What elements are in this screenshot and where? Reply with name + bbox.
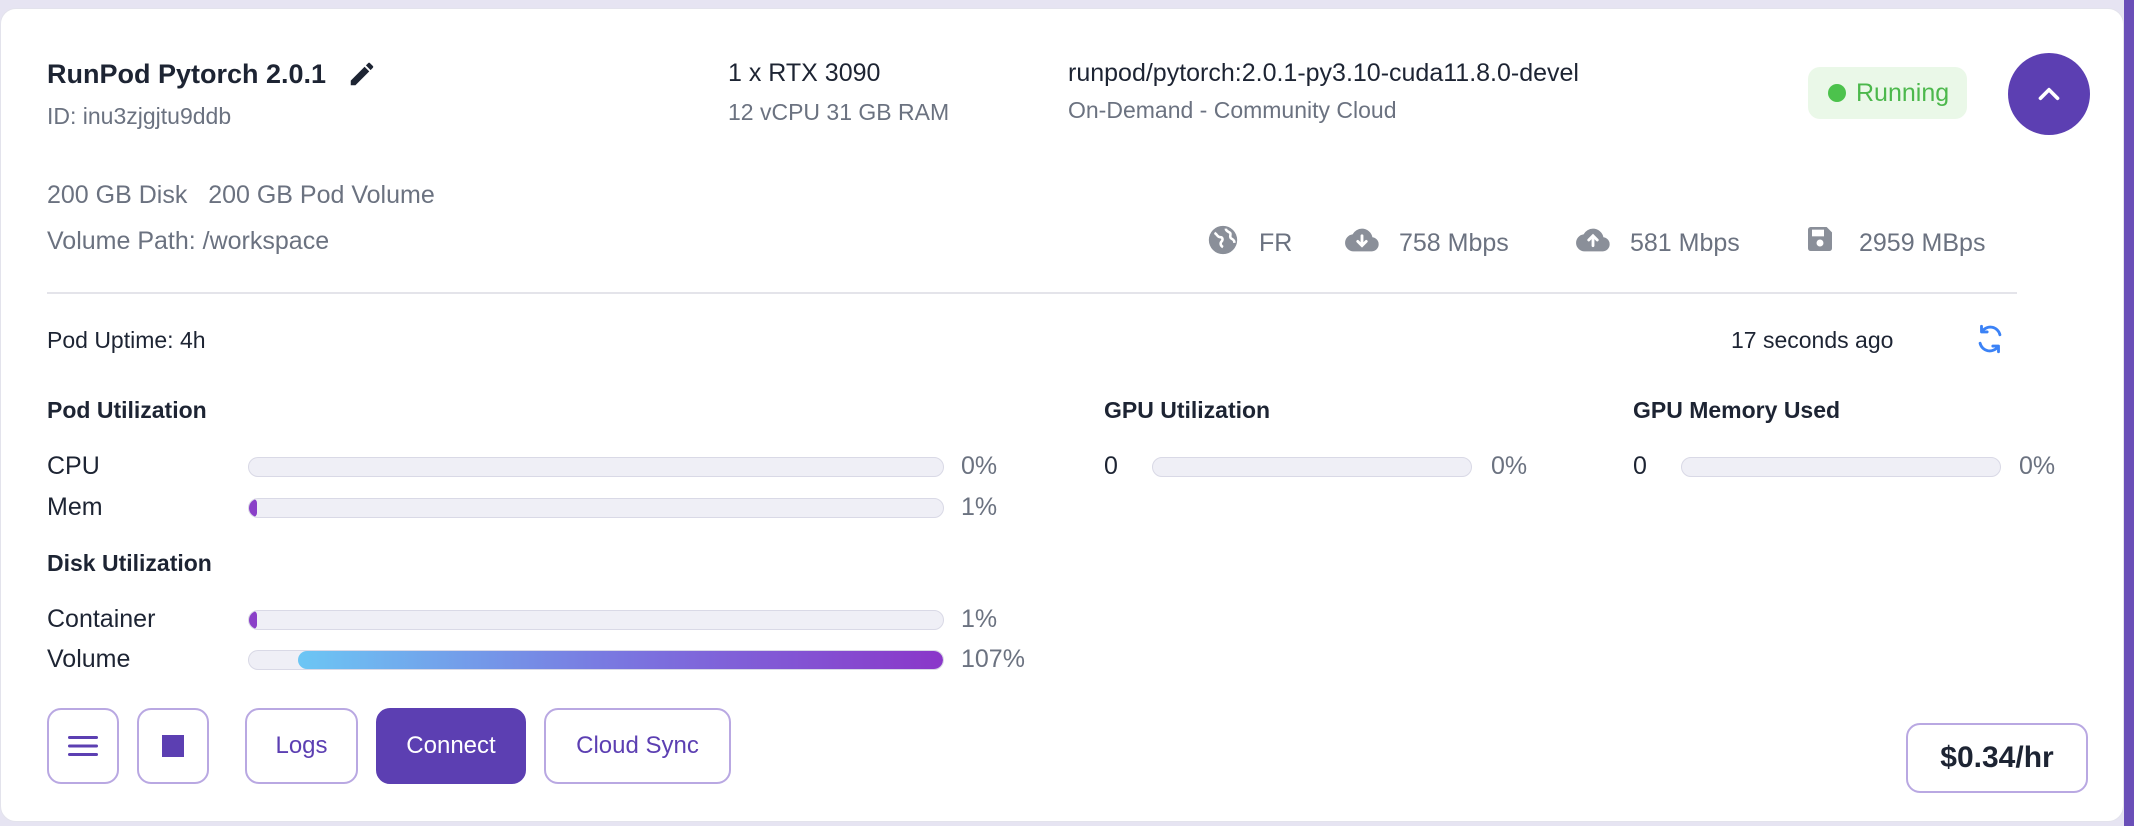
pod-id: ID: inu3zjgjtu9ddb xyxy=(47,103,232,129)
volume-path: Volume Path: /workspace xyxy=(47,227,330,255)
cloud-download-icon xyxy=(1344,223,1379,257)
status-label: Running xyxy=(1856,78,1950,107)
cloud-type: On-Demand - Community Cloud xyxy=(1068,97,1397,123)
logs-button[interactable]: Logs xyxy=(245,708,358,784)
price-per-hour: $0.34/hr xyxy=(1906,723,2088,793)
pod-card: RunPod Pytorch 2.0.1 ID: inu3zjgjtu9ddb … xyxy=(0,8,2124,822)
divider xyxy=(47,292,2017,294)
volume-label: Volume xyxy=(47,645,131,673)
gpu-memory-title: GPU Memory Used xyxy=(1633,397,1841,423)
gpu-utilization-title: GPU Utilization xyxy=(1104,397,1271,423)
menu-button[interactable] xyxy=(47,708,119,784)
status-dot-icon xyxy=(1828,84,1846,102)
gpu-percent: 0% xyxy=(1491,452,1528,480)
edit-name-icon[interactable] xyxy=(347,59,377,89)
gpu-mem-percent: 0% xyxy=(2019,452,2056,480)
volume-percent: 107% xyxy=(961,645,1025,673)
mem-label: Mem xyxy=(47,493,103,521)
upload-speed: 581 Mbps xyxy=(1630,229,1740,257)
cloud-upload-icon xyxy=(1575,223,1610,257)
refresh-icon[interactable] xyxy=(1973,322,2007,356)
container-progress-bar xyxy=(248,610,944,630)
stop-button[interactable] xyxy=(137,708,209,784)
status-badge: Running xyxy=(1808,67,1968,119)
mem-percent: 1% xyxy=(961,493,998,521)
globe-icon xyxy=(1206,223,1240,257)
floppy-disk-icon xyxy=(1804,223,1838,257)
hamburger-menu-icon xyxy=(68,736,98,756)
container-image: runpod/pytorch:2.0.1-py3.10-cuda11.8.0-d… xyxy=(1068,59,1579,87)
pod-utilization-title: Pod Utilization xyxy=(47,397,207,423)
disk-size: 200 GB Disk xyxy=(47,181,188,209)
last-updated: 17 seconds ago xyxy=(1731,327,1894,353)
gpu-mem-progress-bar xyxy=(1681,457,2001,477)
cpu-label: CPU xyxy=(47,452,100,480)
disk-utilization-title: Disk Utilization xyxy=(47,550,212,576)
connect-button[interactable]: Connect xyxy=(376,708,526,784)
storage-summary: 200 GB Disk 200 GB Pod Volume xyxy=(47,181,435,210)
container-progress-fill xyxy=(249,611,258,629)
pod-uptime: Pod Uptime: 4h xyxy=(47,327,206,353)
cpu-percent: 0% xyxy=(961,452,998,480)
disk-speed: 2959 MBps xyxy=(1859,229,1986,257)
region-label: FR xyxy=(1259,229,1293,257)
gpu-progress-bar xyxy=(1152,457,1472,477)
volume-progress-bar xyxy=(248,650,944,670)
gpu-mem-index: 0 xyxy=(1633,452,1647,480)
stop-icon xyxy=(162,735,184,757)
chevron-up-icon xyxy=(2038,87,2060,101)
gpu-index: 0 xyxy=(1104,452,1118,480)
mem-progress-bar xyxy=(248,498,944,518)
mem-progress-fill xyxy=(249,499,258,517)
gpu-spec: 1 x RTX 3090 xyxy=(728,59,881,87)
collapse-button[interactable] xyxy=(2008,53,2090,135)
cpu-ram-spec: 12 vCPU 31 GB RAM xyxy=(728,99,950,125)
window-edge-strip xyxy=(2124,0,2134,826)
container-label: Container xyxy=(47,605,156,633)
volume-progress-fill xyxy=(297,651,943,669)
cloud-sync-button[interactable]: Cloud Sync xyxy=(544,708,731,784)
cpu-progress-bar xyxy=(248,457,944,477)
container-percent: 1% xyxy=(961,605,998,633)
pod-name: RunPod Pytorch 2.0.1 xyxy=(47,59,327,89)
pod-volume-size: 200 GB Pod Volume xyxy=(208,181,435,209)
download-speed: 758 Mbps xyxy=(1399,229,1509,257)
